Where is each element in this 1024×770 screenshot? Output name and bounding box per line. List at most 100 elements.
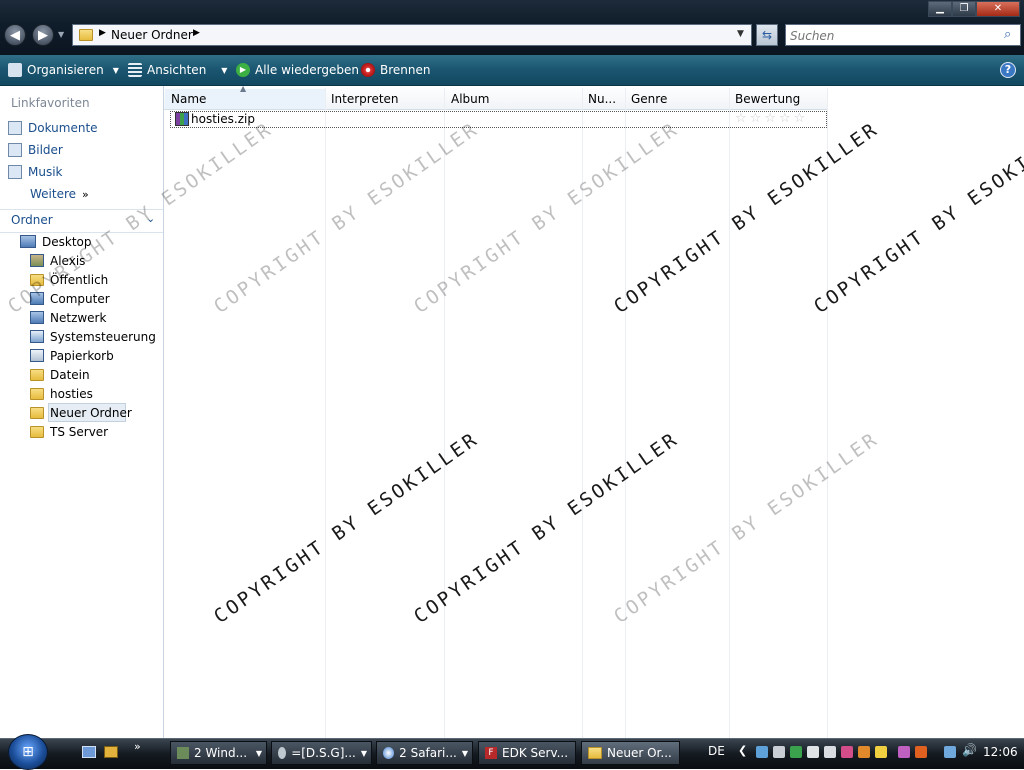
help-icon[interactable]: ? <box>1000 62 1016 78</box>
network-icon <box>30 311 44 324</box>
tree-item-label: Datein <box>50 367 90 382</box>
back-button[interactable]: ◀ <box>4 24 26 46</box>
burn-label: Brennen <box>380 63 431 77</box>
burn-disc-icon <box>361 63 375 77</box>
tray-app-icon[interactable] <box>807 746 819 758</box>
folder-icon <box>30 406 44 419</box>
star-empty-icon[interactable]: ☆ <box>779 111 794 126</box>
taskbar-button-safari[interactable]: 2 Safari... ▼ <box>376 741 473 765</box>
user-folder-icon <box>30 254 44 267</box>
breadcrumb-separator-icon[interactable]: ▶ <box>193 28 200 38</box>
rating-stars[interactable]: ☆☆☆☆☆ <box>735 111 808 126</box>
burn-button[interactable]: Brennen <box>361 62 430 78</box>
tree-item-network[interactable]: Netzwerk <box>30 308 106 327</box>
double-chevron-right-icon: » <box>82 187 89 201</box>
task-label: Neuer Or... <box>607 746 672 760</box>
organize-label: Organisieren <box>27 63 104 77</box>
play-all-label: Alle wiedergeben <box>255 63 359 77</box>
search-input[interactable] <box>788 26 1002 46</box>
address-bar[interactable]: ▶ Neuer Ordner ▶ ▼ <box>72 24 752 46</box>
column-divider <box>729 88 730 738</box>
tray-app-icon[interactable] <box>824 746 836 758</box>
tree-item-label: Desktop <box>42 234 92 249</box>
tree-item-public[interactable]: Öffentlich <box>30 270 108 289</box>
language-indicator[interactable]: DE <box>708 744 725 758</box>
play-all-button[interactable]: ▶ Alle wiedergeben <box>236 62 359 78</box>
folders-title: Ordner <box>11 213 53 227</box>
file-row[interactable]: hosties.zip ☆☆☆☆☆ <box>170 111 827 128</box>
clock[interactable]: 12:06 <box>983 745 1018 759</box>
taskbar-button-explorer[interactable]: Neuer Or... <box>581 741 680 765</box>
tray-network-status-icon[interactable] <box>944 746 956 758</box>
tree-item-recycle-bin[interactable]: Papierkorb <box>30 346 114 365</box>
forward-button[interactable]: ▶ <box>32 24 54 46</box>
favorite-music[interactable]: Musik <box>8 162 63 182</box>
favorite-documents[interactable]: Dokumente <box>8 118 98 138</box>
column-header-artists[interactable]: Interpreten <box>325 89 444 109</box>
quicklaunch-media-icon[interactable] <box>104 746 118 758</box>
tree-item-label: TS Server <box>50 424 109 439</box>
tree-item-hosties[interactable]: hosties <box>30 384 93 403</box>
column-header-genre[interactable]: Genre <box>625 89 729 109</box>
organize-icon <box>8 63 22 77</box>
tree-item-control-panel[interactable]: Systemsteuerung <box>30 327 156 346</box>
control-panel-icon <box>30 330 44 343</box>
tray-messenger-icon[interactable] <box>790 746 802 758</box>
column-header-number[interactable]: Nu... <box>582 89 625 109</box>
tray-app-icon[interactable] <box>898 746 910 758</box>
zip-archive-icon <box>175 112 189 126</box>
breadcrumb-item[interactable]: Neuer Ordner <box>111 28 193 42</box>
favorites-more[interactable]: Weitere » <box>30 184 89 204</box>
close-button[interactable]: ✕ <box>976 1 1020 17</box>
tree-item-label: Computer <box>50 291 110 306</box>
refresh-button[interactable]: ⇆ <box>756 24 778 46</box>
tree-item-desktop[interactable]: Desktop <box>20 232 92 251</box>
organize-button[interactable]: Organisieren ▼ <box>8 62 119 78</box>
address-dropdown-icon[interactable]: ▼ <box>737 29 744 39</box>
tray-steam-icon[interactable] <box>773 746 785 758</box>
tree-item-label: Systemsteuerung <box>50 329 156 344</box>
show-desktop-icon[interactable] <box>82 746 96 758</box>
views-icon <box>128 63 142 77</box>
star-empty-icon[interactable]: ☆ <box>750 111 765 126</box>
minimize-button[interactable]: ▁ <box>928 1 952 17</box>
tree-item-computer[interactable]: Computer <box>30 289 110 308</box>
folders-header[interactable]: Ordner ⌄ <box>0 209 163 233</box>
search-box[interactable]: ⌕ <box>785 24 1021 46</box>
recent-pages-dropdown-icon[interactable]: ▼ <box>58 30 64 39</box>
star-empty-icon[interactable]: ☆ <box>735 111 750 126</box>
star-empty-icon[interactable]: ☆ <box>764 111 779 126</box>
file-list-pane[interactable] <box>164 86 1024 738</box>
folder-icon <box>30 273 44 286</box>
quicklaunch-more-icon[interactable]: » <box>134 740 141 753</box>
volume-icon[interactable]: 🔊 <box>962 743 977 757</box>
tray-app-icon[interactable] <box>875 746 887 758</box>
column-header-rating[interactable]: Bewertung <box>729 89 827 109</box>
pictures-icon <box>8 143 22 157</box>
tray-app-icon[interactable] <box>915 746 927 758</box>
music-icon <box>8 165 22 179</box>
recycle-bin-icon <box>30 349 44 362</box>
search-icon[interactable]: ⌕ <box>1004 27 1011 42</box>
tree-item-new-folder[interactable]: Neuer Ordner <box>30 403 132 422</box>
maximize-button[interactable]: ❐ <box>952 1 976 17</box>
taskbar-button-steam[interactable]: =[D.S.G]... ▼ <box>271 741 372 765</box>
taskbar-button-windows[interactable]: 2 Wind... ▼ <box>170 741 267 765</box>
column-header-album[interactable]: Album <box>445 89 582 109</box>
tree-item-datein[interactable]: Datein <box>30 365 90 384</box>
tray-app-icon[interactable] <box>841 746 853 758</box>
views-button[interactable]: Ansichten ▼ <box>128 62 227 78</box>
start-orb-icon[interactable]: ⊞ <box>8 734 48 770</box>
tray-expand-icon[interactable]: ❮ <box>738 744 747 757</box>
favorite-pictures[interactable]: Bilder <box>8 140 63 160</box>
documents-icon <box>8 121 22 135</box>
filezilla-icon: F <box>485 747 497 759</box>
tray-app-icon[interactable] <box>858 746 870 758</box>
taskbar-button-filezilla[interactable]: F EDK Serv... <box>478 741 576 765</box>
tree-item-ts-server[interactable]: TS Server <box>30 422 108 441</box>
folder-icon <box>79 29 93 41</box>
breadcrumb-separator-icon[interactable]: ▶ <box>99 28 106 38</box>
star-empty-icon[interactable]: ☆ <box>794 111 809 126</box>
tray-network-icon[interactable] <box>756 746 768 758</box>
tree-item-alexis[interactable]: Alexis <box>30 251 85 270</box>
